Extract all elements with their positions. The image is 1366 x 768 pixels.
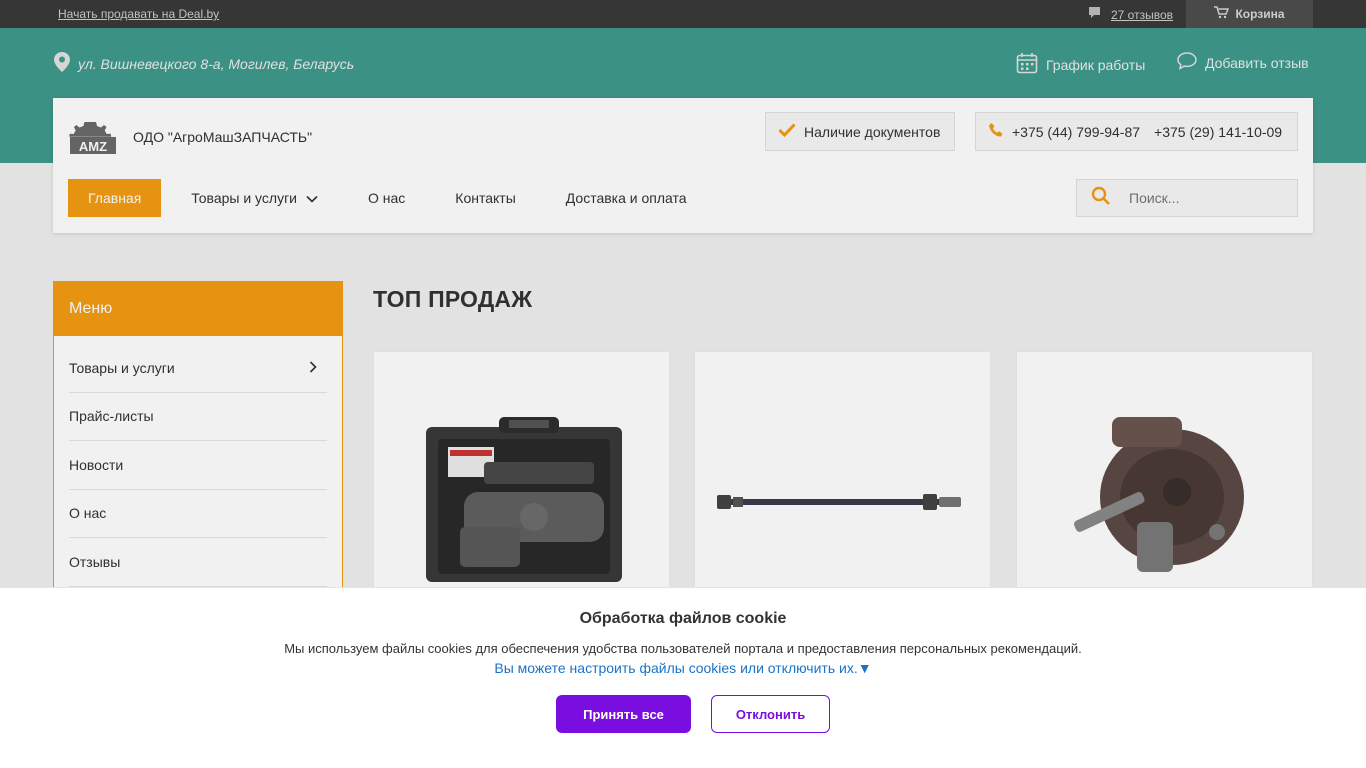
start-selling-link[interactable]: Начать продавать на Deal.by	[58, 7, 219, 21]
phone-icon	[988, 122, 1004, 141]
phone-number-1[interactable]: +375 (44) 799-94-87	[1012, 124, 1140, 140]
product-image-cardan-shaft	[717, 494, 961, 510]
nav-contacts[interactable]: Контакты	[455, 179, 515, 217]
cart-icon	[1214, 6, 1230, 22]
company-logo[interactable]: AMZ	[68, 120, 118, 156]
company-name: ОДО "АгроМашЗАПЧАСТЬ"	[133, 129, 313, 145]
top-bar: Начать продавать на Deal.by 27 отзывов К…	[0, 0, 1366, 28]
chevron-down-icon	[306, 190, 318, 206]
nav-home[interactable]: Главная	[68, 179, 162, 217]
add-review-label: Добавить отзыв	[1205, 54, 1309, 71]
address: ул. Вишневецкого 8-а, Могилев, Беларусь	[54, 52, 354, 75]
search-input[interactable]	[1129, 190, 1279, 206]
check-icon	[778, 123, 796, 140]
address-text: ул. Вишневецкого 8-а, Могилев, Беларусь	[78, 55, 355, 72]
sidebar-item-label: О нас	[69, 505, 107, 522]
nav-delivery-label: Доставка и оплата	[565, 190, 687, 206]
cookie-banner: Обработка файлов cookie Мы используем фа…	[0, 587, 1366, 768]
documents-label: Наличие документов	[804, 123, 941, 140]
section-title: ТОП ПРОДАЖ	[373, 286, 533, 312]
nav-about[interactable]: О нас	[368, 179, 405, 217]
sidebar-item-products[interactable]: Товары и услуги	[69, 344, 327, 393]
nav-delivery[interactable]: Доставка и оплата	[566, 179, 687, 217]
product-image-wrench-case	[426, 417, 622, 582]
calendar-icon	[1016, 52, 1038, 77]
cookie-text: Мы используем файлы cookies для обеспече…	[284, 641, 1082, 656]
sidebar-item-about[interactable]: О нас	[69, 490, 327, 538]
speech-bubble-icon	[1177, 52, 1197, 73]
product-card[interactable]	[373, 351, 670, 611]
sidebar-item-label: Прайс-листы	[69, 408, 154, 425]
product-image-gearbox	[1074, 417, 1244, 572]
nav-products[interactable]: Товары и услуги	[191, 179, 318, 217]
product-card[interactable]	[1016, 351, 1313, 611]
sidebar-item-label: Новости	[69, 456, 124, 473]
reviews-count[interactable]: 27 отзывов	[1111, 8, 1173, 22]
decline-button[interactable]: Отклонить	[711, 695, 830, 733]
schedule-link[interactable]: График работы	[1016, 52, 1145, 77]
sidebar-item-label: Отзывы	[69, 553, 121, 570]
nav-products-label: Товары и услуги	[191, 190, 297, 206]
search-icon[interactable]	[1091, 186, 1111, 211]
review-bubble-icon	[1088, 6, 1101, 23]
phone-number-2[interactable]: +375 (29) 141-10-09	[1154, 124, 1282, 140]
documents-badge[interactable]: Наличие документов	[765, 112, 955, 151]
nav-contacts-label: Контакты	[455, 190, 516, 206]
reviews-link[interactable]: 27 отзывов	[1088, 6, 1173, 23]
add-review-link[interactable]: Добавить отзыв	[1177, 52, 1309, 73]
schedule-label: График работы	[1046, 56, 1146, 73]
sidebar-item-reviews[interactable]: Отзывы	[69, 538, 327, 587]
cookie-settings-link[interactable]: Вы можете настроить файлы cookies или от…	[0, 660, 1366, 676]
nav-home-label: Главная	[88, 190, 142, 206]
svg-text:AMZ: AMZ	[79, 139, 107, 154]
cart-button[interactable]: Корзина	[1186, 0, 1313, 28]
phones-box: +375 (44) 799-94-87 +375 (29) 141-10-09	[975, 112, 1298, 151]
nav-about-label: О нас	[368, 190, 406, 206]
sidebar-title: Меню	[54, 282, 342, 336]
location-pin-icon	[54, 52, 70, 75]
cookie-title: Обработка файлов cookie	[579, 610, 787, 627]
search-box	[1076, 179, 1298, 217]
sidebar-item-pricelists[interactable]: Прайс-листы	[69, 393, 327, 441]
product-card[interactable]	[694, 351, 991, 611]
sidebar-item-label: Товары и услуги	[69, 359, 175, 376]
main-nav: Главная Товары и услуги О нас Контакты Д…	[68, 179, 687, 217]
sidebar-menu: Меню Товары и услуги Прайс-листы Новости…	[53, 281, 343, 601]
sidebar-list: Товары и услуги Прайс-листы Новости О на…	[54, 336, 342, 587]
sidebar-item-news[interactable]: Новости	[69, 441, 327, 490]
accept-all-button[interactable]: Принять все	[556, 695, 691, 733]
header-card: AMZ ОДО "АгроМашЗАПЧАСТЬ" Наличие докуме…	[53, 98, 1313, 233]
chevron-right-icon	[309, 360, 317, 376]
cart-label: Корзина	[1235, 7, 1285, 21]
